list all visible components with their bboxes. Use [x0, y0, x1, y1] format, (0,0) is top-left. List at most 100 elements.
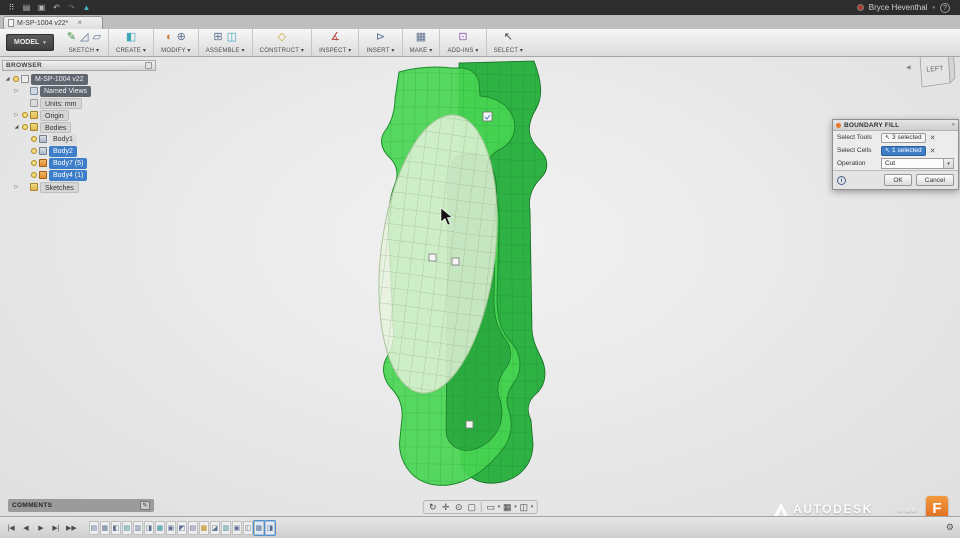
browser-options-icon[interactable] — [145, 62, 152, 69]
new-document-icon[interactable]: ▤ — [19, 0, 34, 15]
zoom-icon[interactable]: ⊙ — [453, 501, 465, 513]
combine-icon[interactable]: ⊕ — [177, 32, 186, 43]
tab-close-icon[interactable]: × — [77, 19, 82, 27]
grid-snap-dropdown[interactable]: ▦▾ — [501, 501, 517, 513]
toolbar-group-add-ins[interactable]: ⊡ADD-INS ▾ — [439, 29, 485, 56]
timeline-feature-9[interactable]: ◩ — [177, 521, 187, 535]
cancel-button[interactable]: Cancel — [916, 174, 954, 186]
tree-item-body1[interactable]: Body1 — [2, 133, 156, 145]
select-tools-chip[interactable]: ↖ 3 selected — [881, 133, 926, 143]
comments-expand-icon[interactable]: ✎ — [140, 501, 150, 510]
insert-icon[interactable]: ⊳ — [376, 32, 385, 43]
timeline-feature-3[interactable]: ◧ — [111, 521, 121, 535]
go-to-end-button[interactable]: ▶▶ — [66, 524, 77, 532]
help-icon[interactable]: ? — [940, 3, 950, 13]
clear-selection-icon[interactable]: ✕ — [930, 134, 936, 142]
joint-icon[interactable]: ◫ — [227, 32, 237, 43]
account-name[interactable]: Bryce Heventhal — [869, 3, 928, 12]
clear-selection-icon[interactable]: ✕ — [930, 147, 936, 155]
visibility-bulb-icon[interactable] — [22, 112, 28, 118]
dialog-header[interactable]: BOUNDARY FILL » — [833, 120, 958, 131]
timeline-feature-8[interactable]: ▣ — [166, 521, 176, 535]
tree-item-body2[interactable]: Body2 — [2, 145, 156, 157]
toolbar-group-modify[interactable]: ◐⊕MODIFY ▾ — [153, 29, 198, 56]
browser-header[interactable]: BROWSER — [2, 60, 156, 71]
timeline-feature-10[interactable]: ▤ — [188, 521, 198, 535]
save-icon[interactable]: ▣ — [34, 0, 49, 15]
rotate-left-arrow-icon[interactable]: ◀ — [906, 64, 911, 71]
add-ins-icon[interactable]: ⊡ — [458, 32, 467, 43]
redo-icon[interactable]: ↷ — [64, 0, 79, 15]
viewports-dropdown[interactable]: ◫▾ — [518, 501, 534, 513]
visibility-bulb-icon[interactable] — [31, 160, 37, 166]
tree-expand-icon[interactable]: ▷ — [13, 88, 20, 94]
pan-icon[interactable]: ✛ — [440, 501, 452, 513]
timeline-feature-1[interactable]: ▤ — [89, 521, 99, 535]
visibility-bulb-icon[interactable] — [13, 76, 19, 82]
sketch-line-icon[interactable]: ◿ — [80, 32, 88, 43]
tree-item-origin[interactable]: ▷Origin — [2, 109, 156, 121]
gear-icon[interactable]: ⚙ — [946, 522, 954, 533]
make-icon[interactable]: ▦ — [416, 32, 426, 43]
tree-item-m-sp-1004-v22[interactable]: ◢M-SP-1004 v22 — [2, 73, 156, 85]
record-icon[interactable] — [857, 4, 864, 11]
toolbar-group-insert[interactable]: ⊳INSERT ▾ — [358, 29, 401, 56]
step-forward-button[interactable]: ▶| — [51, 524, 61, 532]
go-to-start-button[interactable]: |◀ — [6, 524, 16, 532]
timeline-feature-11[interactable]: ▦ — [199, 521, 209, 535]
visibility-bulb-icon[interactable] — [22, 124, 28, 130]
timeline-feature-12[interactable]: ◪ — [210, 521, 220, 535]
apps-grid-icon[interactable]: ⠿ — [4, 0, 19, 15]
construction-plane-icon[interactable]: ◇ — [278, 32, 286, 43]
timeline-feature-2[interactable]: ▦ — [100, 521, 110, 535]
ok-button[interactable]: OK — [884, 174, 911, 186]
tree-item-units-mm[interactable]: Units: mm — [2, 97, 156, 109]
measure-icon[interactable]: ∡ — [330, 32, 340, 43]
step-back-button[interactable]: ◀ — [21, 524, 31, 532]
sketch-rect-icon[interactable]: ▱ — [92, 32, 100, 43]
select-cursor-icon[interactable]: ↖ — [504, 32, 513, 43]
extrude-icon[interactable]: ◧ — [126, 32, 136, 43]
timeline-feature-13[interactable]: ▥ — [221, 521, 231, 535]
select-cells-chip[interactable]: ↖ 1 selected — [881, 146, 926, 156]
document-tab[interactable]: M-SP-1004 v22* × — [3, 16, 103, 29]
display-settings-dropdown[interactable]: ▭▾ — [485, 501, 501, 513]
timeline-feature-16[interactable]: ▦ — [254, 521, 264, 535]
tree-item-body4-1-[interactable]: Body4 (1) — [2, 169, 156, 181]
visibility-bulb-icon[interactable] — [31, 172, 37, 178]
timeline-feature-17[interactable]: ◨ — [265, 521, 275, 535]
toolbar-group-make[interactable]: ▦MAKE ▾ — [402, 29, 440, 56]
visibility-bulb-icon[interactable] — [31, 136, 37, 142]
tree-expand-icon[interactable]: ◢ — [13, 124, 20, 130]
timeline-feature-5[interactable]: ▥ — [133, 521, 143, 535]
visibility-bulb-icon[interactable] — [31, 148, 37, 154]
tree-item-body7-5-[interactable]: Body7 (5) — [2, 157, 156, 169]
timeline-feature-6[interactable]: ◨ — [144, 521, 154, 535]
toolbar-group-construct[interactable]: ◇CONSTRUCT ▾ — [252, 29, 311, 56]
tree-expand-icon[interactable]: ▷ — [13, 112, 20, 118]
fillet-icon[interactable]: ◐ — [166, 32, 173, 43]
orbit-icon[interactable]: ↻ — [427, 501, 439, 513]
operation-dropdown[interactable]: Cut ▾ — [881, 158, 954, 169]
toolbar-group-inspect[interactable]: ∡INSPECT ▾ — [311, 29, 358, 56]
play-button[interactable]: ▶ — [36, 524, 46, 532]
fit-icon[interactable]: ▢ — [466, 501, 478, 513]
toolbar-group-assemble[interactable]: ⊞◫ASSEMBLE ▾ — [198, 29, 252, 56]
comments-bar[interactable]: COMMENTS ✎ — [8, 499, 154, 512]
tree-item-bodies[interactable]: ◢Bodies — [2, 121, 156, 133]
create-sketch-icon[interactable]: ✎ — [67, 32, 76, 43]
toolbar-group-sketch[interactable]: ✎◿▱SKETCH ▾ — [60, 29, 108, 56]
timeline-feature-15[interactable]: ◫ — [243, 521, 253, 535]
tree-item-sketches[interactable]: ▷Sketches — [2, 181, 156, 193]
tree-expand-icon[interactable]: ▷ — [13, 184, 20, 190]
toolbar-group-create[interactable]: ◧CREATE ▾ — [108, 29, 153, 56]
undo-icon[interactable]: ↶ — [49, 0, 64, 15]
tree-item-named-views[interactable]: ▷Named Views — [2, 85, 156, 97]
toolbar-group-select[interactable]: ↖SELECT ▾ — [486, 29, 531, 56]
dialog-collapse-icon[interactable]: » — [952, 122, 955, 128]
account-caret-icon[interactable]: ▾ — [932, 5, 935, 11]
new-component-icon[interactable]: ⊞ — [213, 32, 222, 43]
timeline-feature-4[interactable]: ▤ — [122, 521, 132, 535]
info-icon[interactable]: i — [837, 176, 846, 185]
workspace-switcher[interactable]: MODEL ▾ — [6, 34, 54, 51]
